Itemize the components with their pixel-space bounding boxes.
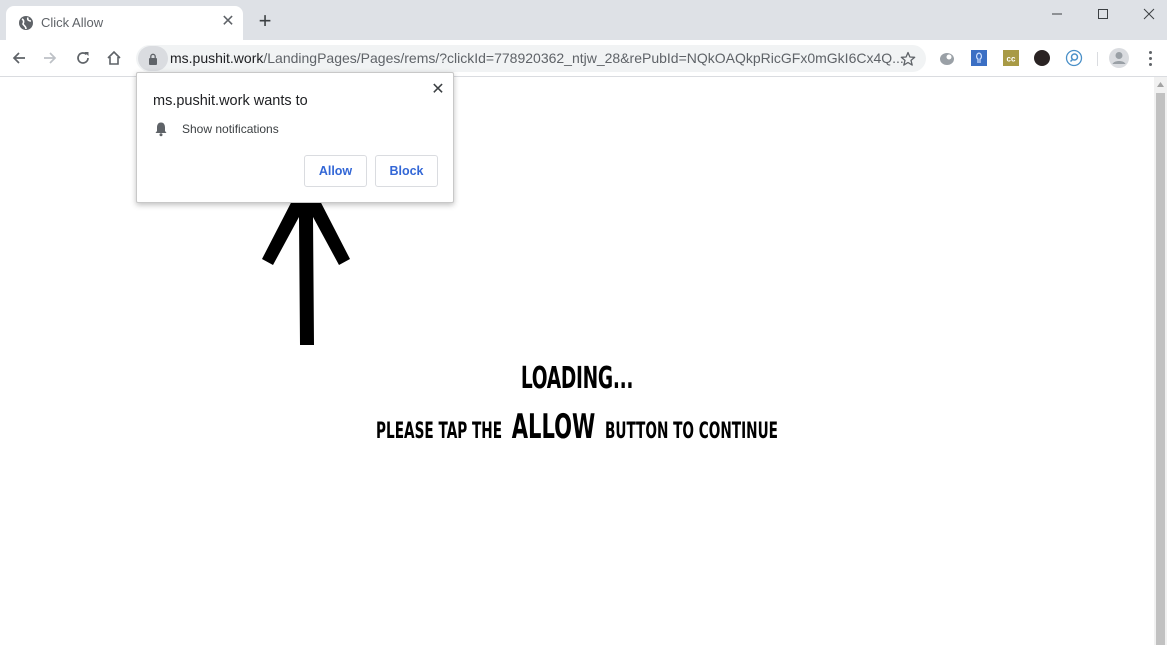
forward-button[interactable] [38, 46, 62, 70]
loading-heading: LOADING... [520, 361, 634, 396]
new-tab-button[interactable]: + [254, 10, 276, 32]
svg-text:cc: cc [1007, 55, 1016, 64]
scroll-thumb[interactable] [1156, 93, 1165, 645]
home-button[interactable] [102, 46, 126, 70]
avatar-icon[interactable] [1108, 47, 1130, 69]
maximize-button[interactable] [1080, 0, 1126, 28]
close-icon [1143, 8, 1155, 20]
tab-close-icon[interactable]: ✕ [219, 12, 237, 32]
minimize-button[interactable] [1034, 0, 1080, 28]
allow-button[interactable]: Allow [304, 155, 367, 187]
site-info-button[interactable] [138, 46, 168, 71]
url-path: /LandingPages/Pages/rems/?clickId=778920… [263, 50, 904, 66]
browser-window: Click Allow ✕ + ms.pushit.work/LandingPa… [0, 0, 1167, 645]
lock-icon [149, 53, 157, 65]
search-lens-extension-icon[interactable] [1065, 49, 1083, 67]
tab-click-allow[interactable]: Click Allow ✕ [6, 6, 243, 40]
instruction-emphasis: ALLOW [511, 407, 596, 447]
allow-instruction: PLEASE TAP THE ALLOW BUTTON TO CONTINUE [219, 407, 934, 447]
cc-extension-icon[interactable]: cc [1002, 49, 1020, 67]
triangle-up-icon [1157, 81, 1164, 87]
address-bar[interactable]: ms.pushit.work/LandingPages/Pages/rems/?… [136, 45, 926, 72]
instruction-suffix: BUTTON TO CONTINUE [604, 419, 778, 444]
popup-close-icon[interactable]: ✕ [429, 81, 447, 99]
permission-label: Show notifications [182, 122, 279, 136]
gray-disc-extension-icon[interactable] [938, 49, 956, 67]
up-arrow-icon [262, 195, 350, 345]
star-icon [900, 51, 916, 66]
home-icon [107, 50, 121, 65]
arrow-right-icon [44, 52, 57, 64]
window-close-button[interactable] [1126, 0, 1167, 28]
blue-tree-extension-icon[interactable] [970, 49, 988, 67]
popup-title: ms.pushit.work wants to [153, 93, 308, 109]
reload-button[interactable] [71, 46, 95, 70]
toolbar-separator [1097, 52, 1098, 66]
dark-circle-extension-icon[interactable] [1033, 49, 1051, 67]
back-button[interactable] [7, 46, 31, 70]
vertical-scrollbar[interactable] [1154, 77, 1167, 645]
minimize-icon [1052, 13, 1062, 15]
reload-icon [77, 52, 89, 64]
url-text[interactable]: ms.pushit.work/LandingPages/Pages/rems/?… [170, 50, 904, 66]
maximize-icon [1098, 9, 1108, 19]
bell-icon [155, 122, 167, 137]
tab-title: Click Allow [41, 15, 104, 30]
globe-icon [19, 16, 33, 30]
block-button[interactable]: Block [375, 155, 438, 187]
permission-row: Show notifications [153, 121, 279, 137]
tab-strip: Click Allow ✕ + [0, 0, 1167, 40]
notification-permission-popup: ms.pushit.work wants to ✕ Show notificat… [136, 72, 454, 203]
instruction-prefix: PLEASE TAP THE [376, 419, 503, 444]
bookmark-button[interactable] [898, 49, 918, 69]
arrow-left-icon [12, 52, 25, 64]
kebab-menu-icon[interactable] [1140, 48, 1160, 68]
scroll-up-button[interactable] [1154, 77, 1167, 91]
url-host: ms.pushit.work [170, 50, 264, 66]
